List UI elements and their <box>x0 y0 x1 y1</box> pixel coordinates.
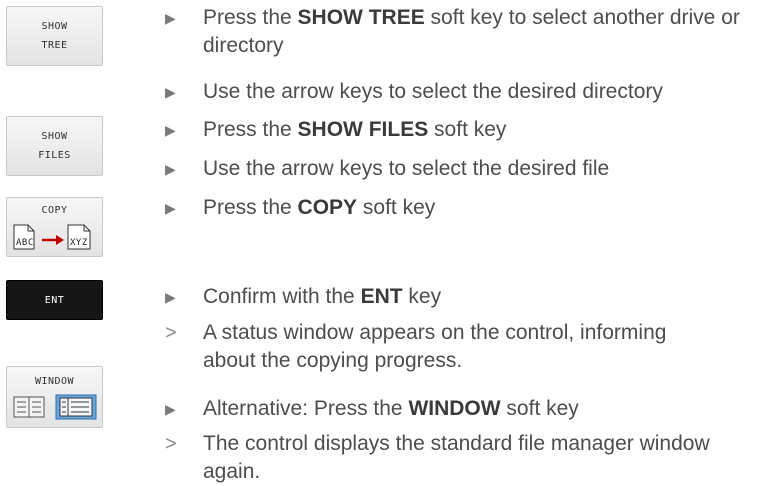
action-marker: ▶ <box>165 200 176 216</box>
copy-file-icon: ABC XYZ <box>13 224 90 250</box>
show-tree-label-line2: TREE <box>41 40 68 51</box>
step-confirm-ent: ▶ Confirm with the ENT key <box>165 283 775 311</box>
action-marker: ▶ <box>165 10 176 26</box>
result-marker: > <box>165 322 177 344</box>
ent-label: ENT <box>44 294 65 306</box>
window-layout-icon <box>13 394 96 420</box>
window-label: WINDOW <box>34 376 75 387</box>
step-text: Use the arrow keys to select the desired… <box>203 157 610 180</box>
result-text: The control displays the standard file m… <box>203 432 710 483</box>
step-text: Use the arrow keys to select the desired… <box>203 80 663 103</box>
step-text: Alternative: Press the WINDOW soft key <box>203 397 579 420</box>
show-files-label-line2: FILES <box>38 150 71 161</box>
show-tree-label-line1: SHOW <box>41 21 68 32</box>
action-marker: ▶ <box>165 84 176 100</box>
result-status-window: > A status window appears on the control… <box>165 319 775 375</box>
ent-key[interactable]: ENT <box>6 280 103 320</box>
step-window-alternative: ▶ Alternative: Press the WINDOW soft key <box>165 395 775 423</box>
action-marker: ▶ <box>165 401 176 417</box>
copy-from-label: ABC <box>16 238 34 248</box>
step-text: Press the COPY soft key <box>203 196 436 219</box>
step-text: Press the SHOW FILES soft key <box>203 118 507 141</box>
result-text: A status window appears on the control, … <box>203 321 667 372</box>
copy-to-label: XYZ <box>70 238 88 248</box>
action-marker: ▶ <box>165 122 176 138</box>
step-show-tree: ▶ Press the SHOW TREE soft key to select… <box>165 4 775 60</box>
step-text: Confirm with the ENT key <box>203 285 442 308</box>
show-files-label-line1: SHOW <box>41 131 68 142</box>
show-files-softkey[interactable]: SHOW FILES <box>6 116 103 176</box>
result-file-manager: > The control displays the standard file… <box>165 430 775 486</box>
step-copy: ▶ Press the COPY soft key <box>165 194 775 222</box>
show-tree-softkey[interactable]: SHOW TREE <box>6 6 103 66</box>
result-marker: > <box>165 433 177 455</box>
copy-label: COPY <box>41 205 68 216</box>
window-softkey[interactable]: WINDOW <box>6 366 103 428</box>
step-select-file: ▶ Use the arrow keys to select the desir… <box>165 155 775 183</box>
step-show-files: ▶ Press the SHOW FILES soft key <box>165 116 775 144</box>
step-text: Press the SHOW TREE soft key to select a… <box>203 6 740 57</box>
step-select-directory: ▶ Use the arrow keys to select the desir… <box>165 78 775 106</box>
copy-softkey[interactable]: COPY ABC XYZ <box>6 197 103 257</box>
action-marker: ▶ <box>165 161 176 177</box>
action-marker: ▶ <box>165 289 176 305</box>
